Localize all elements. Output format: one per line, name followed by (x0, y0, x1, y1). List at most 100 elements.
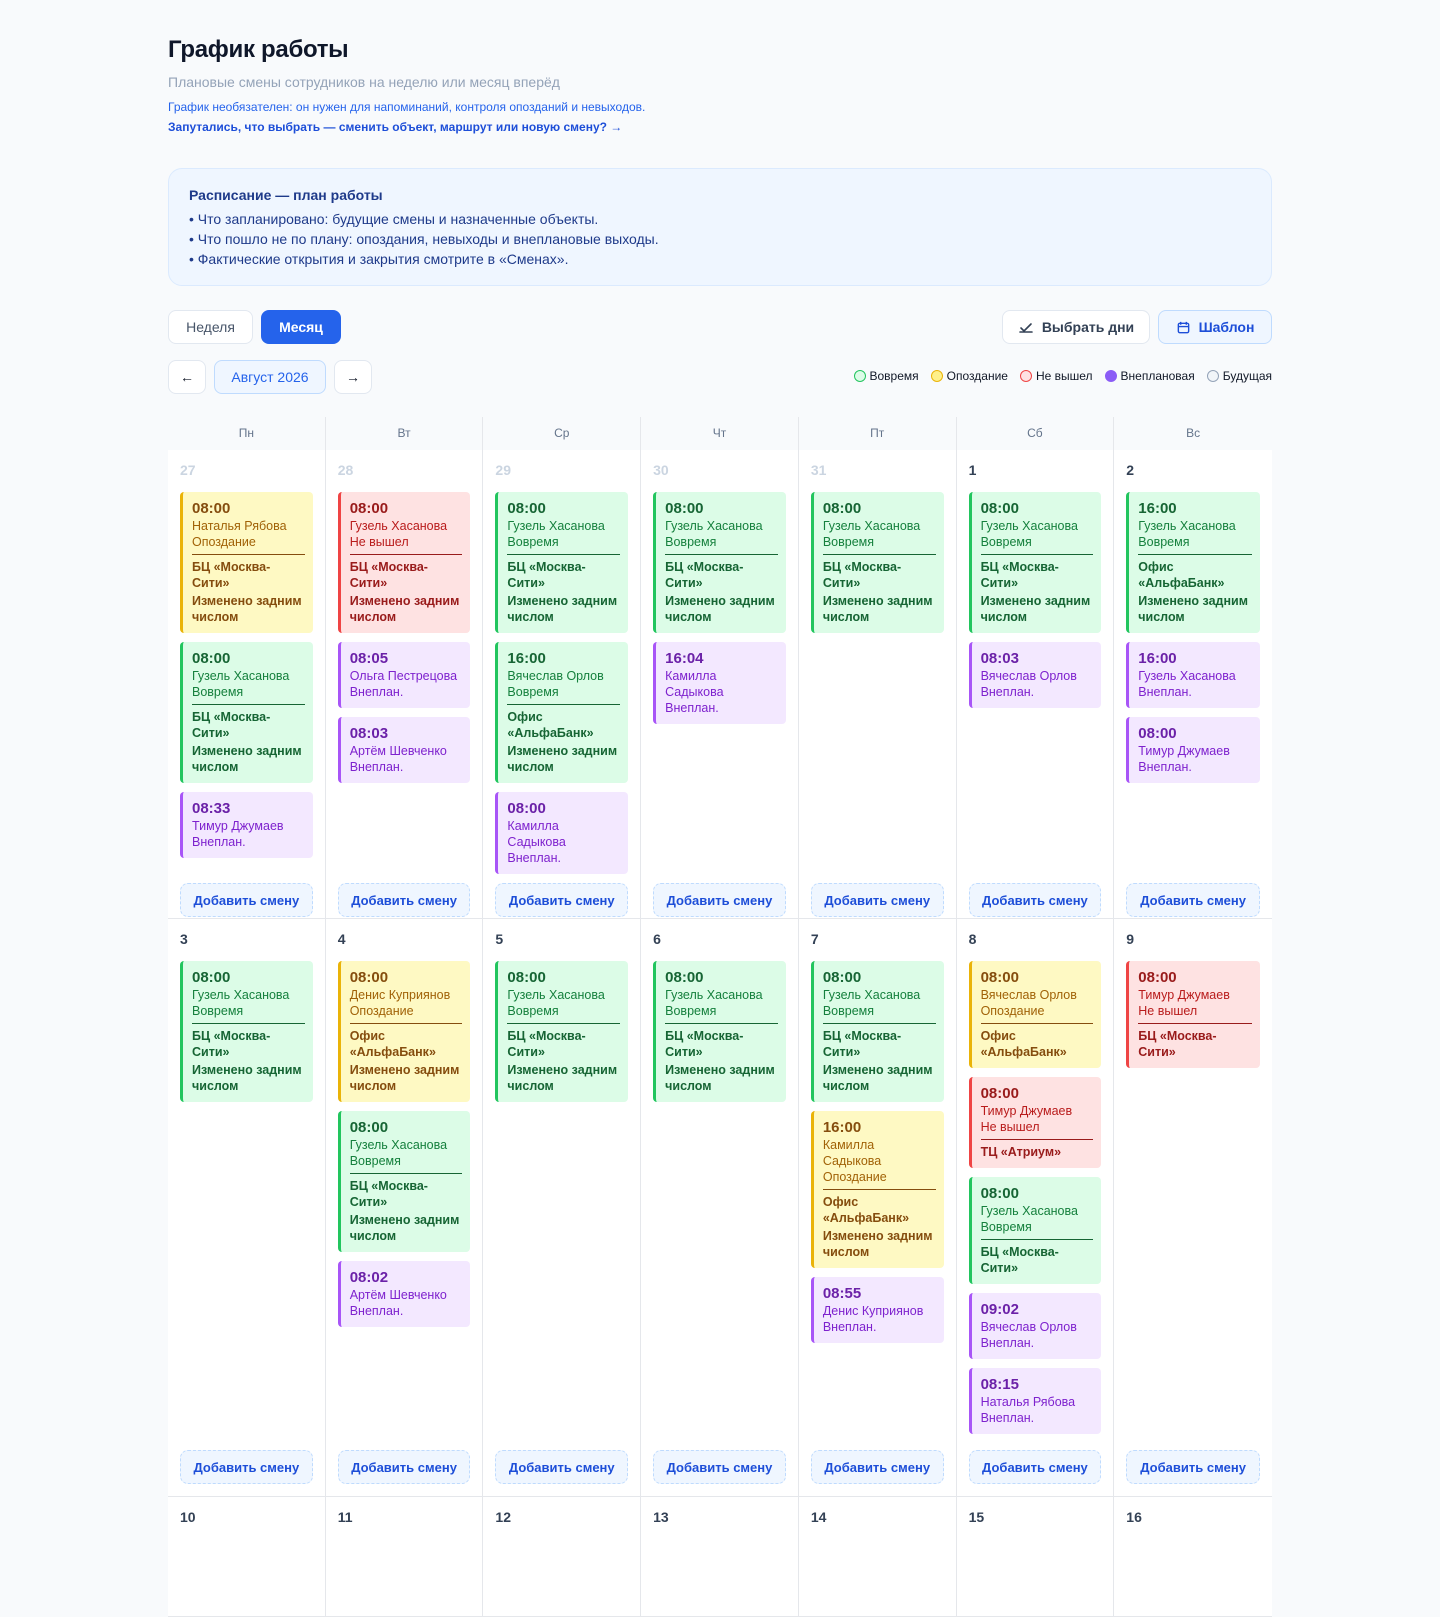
add-shift-button[interactable]: Добавить смену (810, 883, 944, 917)
employee-name: Гузель Хасанова (665, 988, 763, 1002)
prev-period-button[interactable]: ← (168, 360, 206, 394)
employee-name: Тимур Джумаев (1138, 988, 1230, 1002)
add-shift-button[interactable]: Добавить смену (180, 1450, 313, 1484)
shift-card-absent[interactable]: 08:00 Тимур Джумаев Не вышел ТЦ «Атриум» (968, 1077, 1102, 1168)
employee-name: Гузель Хасанова (507, 519, 605, 533)
shift-location: БЦ «Москва-Сити» (980, 1245, 1059, 1275)
shift-card-on-time[interactable]: 08:00 Гузель Хасанова Вовремя БЦ «Москва-Си… (180, 642, 313, 783)
employee-name: Гузель Хасанова (665, 519, 763, 533)
shift-card-unplanned[interactable]: 08:00 Камилла Садыкова Внеплан. (495, 792, 629, 874)
add-shift-button[interactable]: Добавить смену (968, 1450, 1102, 1484)
day-number: 2 (1126, 462, 1135, 478)
shift-card-unplanned[interactable]: 08:15 Наталья Рябова Внеплан. (968, 1368, 1102, 1434)
shift-card-on-time[interactable]: 08:00 Гузель Хасанова Вовремя БЦ «Москва-Си… (810, 961, 944, 1102)
employee-name: Гузель Хасанова (349, 519, 448, 533)
add-shift-button[interactable]: Добавить смену (1126, 883, 1260, 917)
shift-card-unplanned[interactable]: 08:02 Артём Шевченко Внеплан. (337, 1261, 471, 1327)
employee-name: Гузель Хасанова (822, 988, 921, 1002)
shift-card-on-time[interactable]: 08:00 Гузель Хасанова Вовремя БЦ «Москва-Си… (653, 961, 786, 1102)
add-shift-button[interactable]: Добавить смену (337, 1450, 471, 1484)
view-month-button[interactable]: Месяц (261, 310, 341, 344)
shift-changed-note: Изменено задним числом (507, 744, 618, 774)
add-shift-button[interactable]: Добавить смену (810, 1450, 944, 1484)
shift-divider (507, 1023, 621, 1024)
employee-name: Гузель Хасанова (192, 988, 290, 1002)
shift-card-on-time[interactable]: 16:00 Гузель Хасанова Вовремя Офис «АльфаБа… (1126, 492, 1260, 633)
shift-card-late[interactable]: 08:00 Наталья Рябова Опоздание БЦ «Москва-С… (180, 492, 313, 633)
shift-time: 08:02 (349, 1269, 389, 1286)
shift-changed-note: Изменено задним числом (980, 594, 1091, 624)
shift-time: 08:00 (980, 969, 1019, 986)
shift-card-on-time[interactable]: 08:00 Гузель Хасанова Вовремя БЦ «Москва-Си… (180, 961, 313, 1102)
shift-card-on-time[interactable]: 08:00 Гузель Хасанова Вовремя БЦ «Москва-Си… (810, 492, 944, 633)
shift-card-late[interactable]: 08:00 Денис Куприянов Опоздание Офис «Альфа… (337, 961, 471, 1102)
shift-status: Внеплан. (349, 760, 404, 774)
shift-time: 08:05 (349, 650, 389, 667)
shift-list: 08:00 Денис Куприянов Опоздание Офис «Альфа… (337, 961, 471, 1441)
shift-card-unplanned[interactable]: 08:00 Тимур Джумаев Внеплан. (1126, 717, 1260, 783)
pick-days-button[interactable]: Выбрать дни (1002, 310, 1150, 344)
shift-card-unplanned[interactable]: 16:00 Гузель Хасанова Внеплан. (1126, 642, 1260, 708)
shift-card-late[interactable]: 16:00 Камилла Садыкова Опоздание Офис «Альф… (810, 1111, 944, 1268)
shift-time: 16:00 (1138, 500, 1177, 517)
shift-card-unplanned[interactable]: 08:03 Артём Шевченко Внеплан. (337, 717, 471, 783)
weekday-header: Пн Вт Ср Чт Пт Сб Вс (168, 417, 1272, 450)
info-line: • Фактические открытия и закрытия смотри… (189, 251, 569, 267)
add-shift-button[interactable]: Добавить смену (653, 1450, 786, 1484)
shift-location: Офис «АльфаБанк» (507, 710, 594, 740)
shift-card-unplanned[interactable]: 08:33 Тимур Джумаев Внеплан. (180, 792, 313, 858)
shift-time: 08:00 (349, 969, 389, 986)
weekday-label: Вс (1186, 426, 1201, 440)
shift-card-unplanned[interactable]: 08:03 Вячеслав Орлов Внеплан. (968, 642, 1102, 708)
shift-card-absent[interactable]: 08:00 Гузель Хасанова Не вышел БЦ «Москва-С… (337, 492, 471, 633)
shift-card-on-time[interactable]: 08:00 Гузель Хасанова Вовремя БЦ «Москва-Си… (495, 492, 629, 633)
add-shift-button[interactable]: Добавить смену (495, 883, 629, 917)
shift-card-on-time[interactable]: 08:00 Гузель Хасанова Вовремя БЦ «Москва-Си… (968, 1177, 1102, 1284)
shift-card-unplanned[interactable]: 09:02 Вячеслав Орлов Внеплан. (968, 1293, 1102, 1359)
add-shift-button[interactable]: Добавить смену (653, 883, 786, 917)
template-button[interactable]: Шаблон (1158, 310, 1272, 344)
add-shift-button[interactable]: Добавить смену (337, 883, 471, 917)
calendar-day: 29 08:00 Гузель Хасанова Вовремя БЦ «Москва-… (483, 450, 642, 929)
weekday-label: Пн (168, 417, 326, 450)
shift-card-unplanned[interactable]: 16:04 Камилла Садыкова Внеплан. (653, 642, 786, 724)
legend-dot-icon (1104, 370, 1117, 382)
shift-status: Внеплан. (980, 1336, 1035, 1350)
shift-card-unplanned[interactable]: 08:05 Ольга Пестрецова Внеплан. (337, 642, 471, 708)
legend-dot-icon (1206, 370, 1219, 382)
shift-location: БЦ «Москва-Сити» (822, 1029, 902, 1059)
add-shift-button[interactable]: Добавить смену (968, 883, 1102, 917)
add-shift-button[interactable]: Добавить смену (495, 1450, 629, 1484)
shift-time: 08:00 (822, 500, 862, 517)
shift-card-absent[interactable]: 08:00 Тимур Джумаев Не вышел БЦ «Москва-Сит… (1126, 961, 1260, 1068)
shift-card-unplanned[interactable]: 08:55 Денис Куприянов Внеплан. (810, 1277, 944, 1343)
shift-card-on-time[interactable]: 16:00 Вячеслав Орлов Вовремя Офис «АльфаБан… (495, 642, 629, 783)
shift-location: БЦ «Москва-Сити» (507, 1029, 586, 1059)
shift-list (811, 1539, 944, 1604)
shift-card-on-time[interactable]: 08:00 Гузель Хасанова Вовремя БЦ «Москва-Си… (968, 492, 1102, 633)
shift-changed-note: Изменено задним числом (192, 594, 302, 624)
weekday-label: Пт (799, 417, 957, 450)
current-period-button[interactable]: Август 2026 (214, 360, 326, 394)
shift-status: Вовремя (507, 685, 559, 699)
shift-list: 08:00 Гузель Хасанова Вовремя БЦ «Москва-Си… (653, 961, 786, 1441)
view-week-button[interactable]: Неделя (168, 310, 253, 344)
shift-card-on-time[interactable]: 08:00 Гузель Хасанова Вовремя БЦ «Москва-Си… (495, 961, 629, 1102)
add-shift-button[interactable]: Добавить смену (180, 883, 313, 917)
shift-changed-note: Изменено задним числом (349, 1063, 460, 1093)
employee-name: Камилла Садыкова (507, 819, 566, 849)
shift-card-on-time[interactable]: 08:00 Гузель Хасанова Вовремя БЦ «Москва-Си… (337, 1111, 471, 1252)
shift-card-late[interactable]: 08:00 Вячеслав Орлов Опоздание Офис «АльфаБ… (968, 961, 1102, 1068)
day-number: 16 (1126, 1509, 1142, 1525)
shift-location: БЦ «Москва-Сити» (665, 1029, 744, 1059)
shift-card-on-time[interactable]: 08:00 Гузель Хасанова Вовремя БЦ «Москва-Си… (653, 492, 786, 633)
employee-name: Артём Шевченко (349, 1288, 447, 1302)
shift-changed-note: Изменено задним числом (822, 1063, 933, 1093)
next-period-button[interactable]: → (334, 360, 372, 394)
shift-status: Внеплан. (349, 685, 404, 699)
employee-name: Тимур Джумаев (192, 819, 284, 833)
help-link[interactable]: Запутались, что выбрать — сменить объект… (168, 120, 622, 134)
day-number: 29 (495, 462, 511, 478)
add-shift-button[interactable]: Добавить смену (1126, 1450, 1260, 1484)
shift-time: 16:00 (1138, 650, 1177, 667)
